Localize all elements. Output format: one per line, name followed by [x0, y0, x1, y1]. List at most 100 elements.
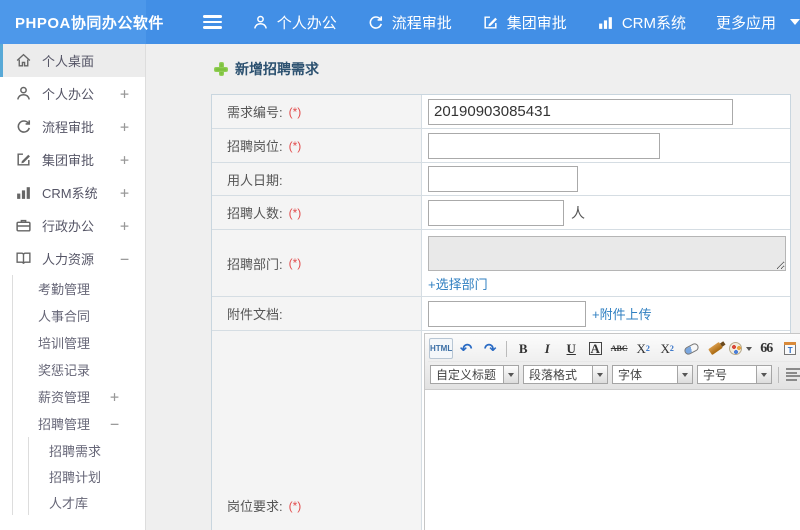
sidebar-item-label: 人才库 — [49, 495, 89, 511]
sidebar-item-label: 考勤管理 — [38, 282, 91, 297]
nav-item-0[interactable]: 个人办公 — [252, 12, 337, 33]
sidebar-item-label: 招聘计划 — [49, 469, 102, 485]
book-icon — [15, 250, 32, 267]
expand-toggle-icon[interactable]: − — [120, 250, 145, 268]
expand-toggle-icon[interactable]: + — [120, 118, 145, 136]
sidebar-item-label: 行政办公 — [42, 219, 95, 234]
sidebar-item-个人办公[interactable]: 个人办公 + — [0, 77, 145, 110]
sidebar-item-行政办公[interactable]: 行政办公 + — [0, 209, 145, 242]
sidebar-item-个人桌面[interactable]: 个人桌面 — [0, 44, 145, 77]
menu-toggle-icon[interactable] — [203, 15, 222, 29]
toolbar-separator — [506, 340, 508, 357]
department-textarea[interactable] — [428, 236, 786, 271]
sidebar-item-label: 个人办公 — [42, 87, 95, 102]
nav-item-label: 个人办公 — [276, 14, 337, 32]
app-logo: PHPOA协同办公软件 — [0, 0, 163, 44]
combo-dropdown-button[interactable] — [504, 365, 519, 384]
sidebar-item-CRM系统[interactable]: CRM系统 + — [0, 176, 145, 209]
date-input[interactable] — [428, 166, 578, 192]
eraser-icon[interactable] — [680, 338, 702, 359]
expand-toggle-icon[interactable]: − — [110, 415, 145, 433]
strikethrough-icon[interactable]: ABC — [608, 338, 630, 359]
sidebar-item-招聘需求[interactable]: 招聘需求 — [12, 437, 145, 463]
sidebar-item-奖惩记录[interactable]: 奖惩记录 — [12, 356, 145, 383]
font-size-select[interactable]: 字号 — [697, 365, 772, 384]
sidebar-item-培训管理[interactable]: 培训管理 — [12, 329, 145, 356]
attachment-upload-link[interactable]: +附件上传 — [592, 304, 652, 323]
home-icon — [15, 52, 32, 69]
nav-item-label: 集团审批 — [506, 14, 567, 32]
expand-toggle-icon[interactable]: + — [120, 151, 145, 169]
sidebar-item-招聘管理[interactable]: 招聘管理 − — [12, 410, 145, 437]
sidebar-item-label: 招聘管理 — [38, 417, 91, 432]
top-nav: 个人办公 流程审批 集团审批 CRM系统 更多应用 — [252, 12, 800, 33]
char-border-icon[interactable]: A — [584, 338, 606, 359]
undo-icon[interactable]: ↶ — [455, 338, 477, 359]
combo-value: 字体 — [612, 365, 678, 384]
add-icon — [214, 62, 228, 76]
sidebar-item-人事合同[interactable]: 人事合同 — [12, 302, 145, 329]
italic-icon[interactable]: I — [536, 338, 558, 359]
caret-down-icon[interactable] — [790, 19, 800, 25]
editor-toolbar: HTML↶↷BIUAABCX2X266A 自定义标题段落格式字体字号 — [425, 334, 800, 390]
redo-icon[interactable]: ↷ — [479, 338, 501, 359]
edit-icon — [482, 14, 499, 31]
custom-title-select[interactable]: 自定义标题 — [430, 365, 519, 384]
date-label: 用人日期: — [227, 172, 283, 188]
select-department-link[interactable]: +选择部门 — [428, 277, 488, 292]
request-number-input[interactable] — [428, 98, 733, 125]
nav-item-1[interactable]: 流程审批 — [367, 12, 452, 33]
blockquote-icon[interactable]: 66 — [755, 338, 777, 359]
expand-toggle-icon[interactable]: + — [120, 217, 145, 235]
underline-icon[interactable]: U — [560, 338, 582, 359]
subscript-icon[interactable]: X2 — [656, 338, 678, 359]
nav-item-label: 更多应用 — [715, 14, 776, 32]
expand-toggle-icon[interactable]: + — [110, 388, 145, 406]
html-source-button[interactable]: HTML — [429, 338, 454, 359]
headcount-input[interactable] — [428, 199, 564, 226]
sidebar-item-招聘计划[interactable]: 招聘计划 — [12, 463, 145, 489]
sidebar-item-薪资管理[interactable]: 薪资管理 + — [12, 383, 145, 410]
expand-toggle-icon[interactable]: + — [120, 85, 145, 103]
sidebar-item-label: CRM系统 — [42, 186, 98, 201]
toolbar-separator — [778, 366, 779, 383]
align-left-icon[interactable] — [786, 368, 800, 381]
superscript-icon[interactable]: X2 — [632, 338, 654, 359]
font-family-select[interactable]: 字体 — [612, 365, 693, 384]
nav-item-3[interactable]: CRM系统 — [597, 12, 686, 33]
combo-dropdown-button[interactable] — [678, 365, 693, 384]
topbar: PHPOA协同办公软件 个人办公 流程审批 集团审批 CRM系统 更多应用 — [0, 0, 800, 44]
dropdown-caret-icon — [746, 346, 753, 351]
process-icon — [15, 118, 32, 135]
format-brush-icon[interactable] — [704, 338, 726, 359]
paste-icon[interactable] — [779, 338, 800, 359]
autotypeset-icon[interactable] — [728, 338, 753, 359]
combo-dropdown-button[interactable] — [593, 365, 608, 384]
combo-value: 字号 — [697, 365, 757, 384]
edit-icon — [15, 151, 32, 168]
form-row-position: 招聘岗位: (*) — [212, 129, 790, 163]
sidebar-item-集团审批[interactable]: 集团审批 + — [0, 143, 145, 176]
bold-icon[interactable]: B — [512, 338, 534, 359]
form-row-request-number: 需求编号: (*) — [212, 95, 790, 129]
expand-toggle-icon[interactable]: + — [120, 184, 145, 202]
nav-item-2[interactable]: 集团审批 — [482, 12, 567, 33]
combo-dropdown-button[interactable] — [757, 365, 772, 384]
sidebar-item-label: 人事合同 — [38, 309, 91, 324]
editor-content-area[interactable] — [425, 390, 800, 530]
nav-item-4[interactable]: 更多应用 — [716, 12, 800, 33]
sidebar-item-label: 人力资源 — [42, 252, 95, 267]
user-icon — [15, 85, 32, 102]
sidebar-item-流程审批[interactable]: 流程审批 + — [0, 110, 145, 143]
sidebar-item-label: 奖惩记录 — [38, 363, 91, 378]
sidebar-item-考勤管理[interactable]: 考勤管理 — [12, 275, 145, 302]
sidebar-item-人才库[interactable]: 人才库 — [12, 489, 145, 515]
required-mark: (*) — [288, 498, 302, 513]
position-input[interactable] — [428, 132, 660, 159]
attachment-input[interactable] — [428, 300, 586, 327]
sidebar-item-label: 薪资管理 — [38, 390, 91, 405]
sidebar-item-人力资源[interactable]: 人力资源 − — [0, 242, 145, 275]
sidebar-item-label: 招聘需求 — [49, 443, 102, 459]
paragraph-format-select[interactable]: 段落格式 — [523, 365, 608, 384]
form-row-attachment: 附件文档: +附件上传 — [212, 297, 790, 331]
